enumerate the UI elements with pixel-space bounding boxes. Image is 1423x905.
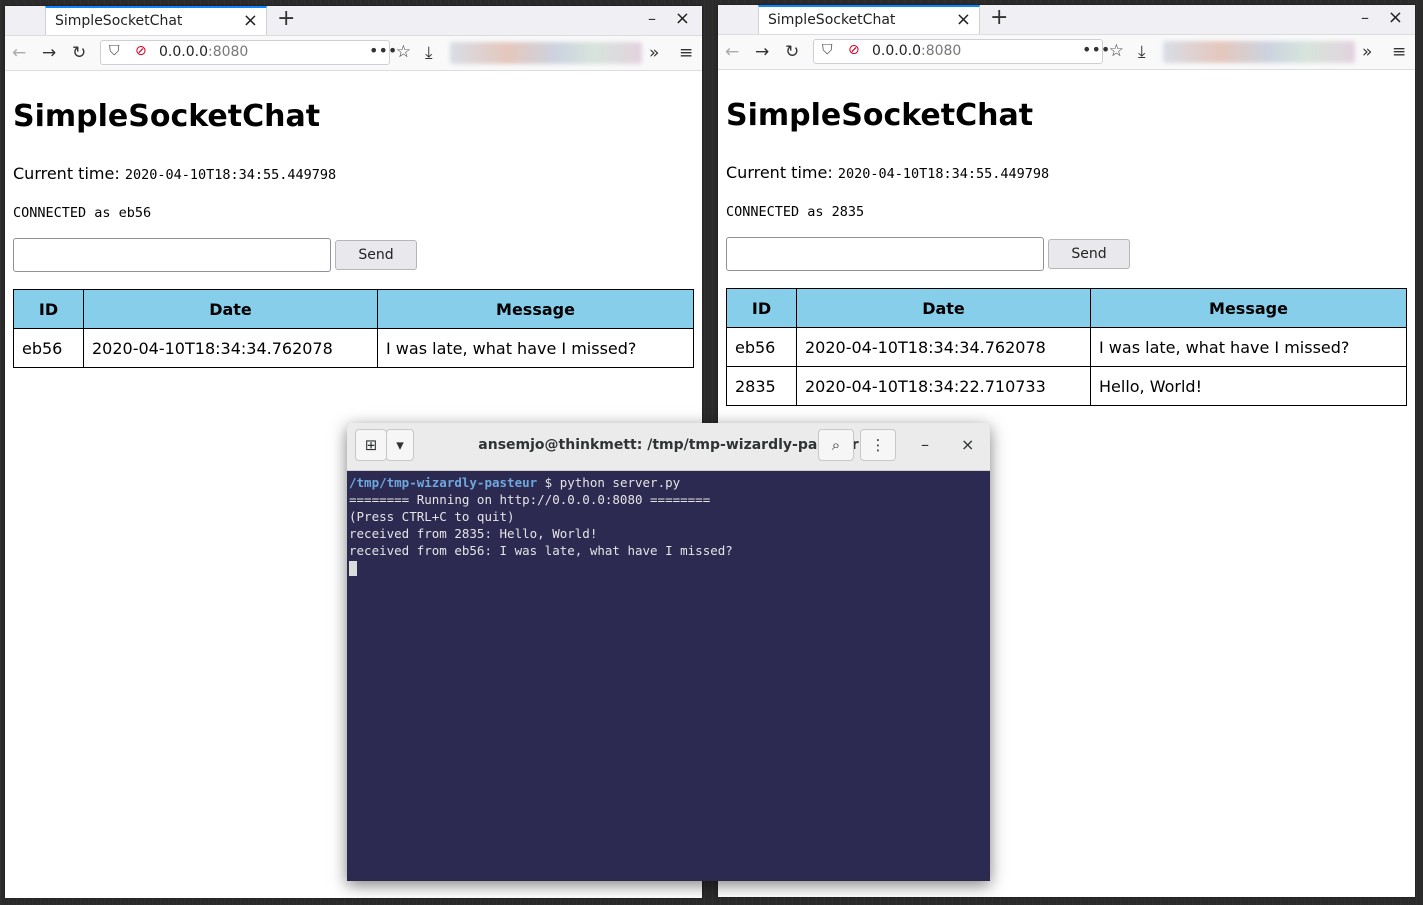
- hamburger-menu-icon[interactable]: ≡: [679, 43, 693, 63]
- url-bar[interactable]: ⛉ ⊘ 0.0.0.0:8080 ••• ☆: [100, 40, 411, 65]
- window-close-icon[interactable]: ×: [675, 8, 690, 29]
- tab-close-icon[interactable]: ×: [956, 9, 971, 30]
- window-close-icon[interactable]: ×: [1388, 7, 1403, 28]
- tab-simplesocketchat[interactable]: SimpleSocketChat ×: [45, 6, 267, 35]
- back-arrow-icon[interactable]: ←: [12, 43, 26, 63]
- column-header-date: Date: [83, 289, 378, 329]
- table-row: eb56 2020-04-10T18:34:34.762078 I was la…: [726, 327, 1407, 367]
- page-title: SimpleSocketChat: [726, 98, 1034, 133]
- output-line: (Press CTRL+C to quit): [349, 509, 515, 524]
- column-header-id: ID: [13, 289, 84, 329]
- output-line: received from eb56: I was late, what hav…: [349, 543, 733, 558]
- back-arrow-icon[interactable]: ←: [725, 42, 739, 62]
- tab-title: SimpleSocketChat: [768, 12, 896, 28]
- current-time: Current time: 2020-04-10T18:34:55.449798: [13, 164, 337, 183]
- cell-id: eb56: [13, 328, 84, 368]
- url-text[interactable]: 0.0.0.0:8080: [872, 43, 961, 59]
- column-header-message: Message: [377, 289, 694, 329]
- output-line: ======== Running on http://0.0.0.0:8080 …: [349, 492, 711, 507]
- connection-status: CONNECTED as 2835: [726, 204, 865, 220]
- insecure-lock-icon[interactable]: ⊘: [135, 43, 147, 59]
- nav-bar: ← → ↻ ⛉ ⊘ 0.0.0.0:8080 ••• ☆ ⤓ » ≡: [718, 35, 1415, 70]
- cell-id: eb56: [726, 327, 797, 367]
- minimize-icon[interactable]: –: [1361, 8, 1369, 27]
- insecure-lock-icon[interactable]: ⊘: [848, 42, 860, 58]
- column-header-id: ID: [726, 288, 797, 328]
- terminal-output[interactable]: /tmp/tmp-wizardly-pasteur $ python serve…: [347, 471, 990, 881]
- column-header-date: Date: [796, 288, 1091, 328]
- page-title: SimpleSocketChat: [13, 99, 321, 134]
- more-dots-icon[interactable]: •••: [369, 41, 397, 60]
- more-dots-icon[interactable]: •••: [1082, 40, 1110, 59]
- new-tab-icon[interactable]: +: [277, 6, 295, 31]
- prompt-symbol: $: [537, 475, 560, 490]
- forward-arrow-icon[interactable]: →: [755, 42, 769, 62]
- message-input[interactable]: [726, 237, 1044, 271]
- terminal-cursor: [349, 561, 357, 576]
- minimize-icon[interactable]: –: [648, 9, 656, 28]
- send-button[interactable]: Send: [335, 240, 417, 270]
- hamburger-menu-icon[interactable]: ≡: [1392, 42, 1406, 62]
- cell-date: 2020-04-10T18:34:22.710733: [796, 366, 1091, 406]
- cell-date: 2020-04-10T18:34:34.762078: [83, 328, 378, 368]
- download-icon[interactable]: ⤓: [1138, 42, 1146, 62]
- new-tab-icon[interactable]: +: [990, 5, 1008, 30]
- cell-id: 2835: [726, 366, 797, 406]
- shield-icon[interactable]: ⛉: [109, 43, 120, 59]
- nav-bar: ← → ↻ ⛉ ⊘ 0.0.0.0:8080 ••• ☆ ⤓ » ≡: [5, 36, 702, 71]
- minimize-icon[interactable]: –: [921, 435, 929, 454]
- tab-simplesocketchat[interactable]: SimpleSocketChat ×: [758, 5, 980, 34]
- tab-bar: SimpleSocketChat × + – ×: [5, 6, 702, 36]
- reload-icon[interactable]: ↻: [785, 42, 799, 62]
- cell-message: I was late, what have I missed?: [377, 328, 694, 368]
- window-close-icon[interactable]: ×: [961, 435, 974, 454]
- command-text: python server.py: [559, 475, 681, 490]
- forward-arrow-icon[interactable]: →: [42, 43, 56, 63]
- column-header-message: Message: [1090, 288, 1407, 328]
- table-row: eb56 2020-04-10T18:34:34.762078 I was la…: [13, 328, 694, 368]
- cursor-line: [349, 559, 988, 576]
- messages-table: ID Date Message eb56 2020-04-10T18:34:34…: [726, 288, 1407, 406]
- terminal-window: ⊞ ▾ ansemjo@thinkmett: /tmp/tmp-wizardly…: [347, 423, 990, 881]
- url-text[interactable]: 0.0.0.0:8080: [159, 44, 248, 60]
- cell-message: I was late, what have I missed?: [1090, 327, 1407, 367]
- star-icon[interactable]: ☆: [396, 42, 411, 62]
- tab-title: SimpleSocketChat: [55, 13, 183, 29]
- terminal-prompt-line: /tmp/tmp-wizardly-pasteur $ python serve…: [349, 474, 988, 491]
- send-button[interactable]: Send: [1048, 239, 1130, 269]
- prompt-path: /tmp/tmp-wizardly-pasteur: [349, 475, 538, 490]
- search-icon[interactable]: ⌕: [818, 429, 854, 461]
- blurred-toolbar-region: [1163, 41, 1355, 63]
- shield-icon[interactable]: ⛉: [822, 42, 833, 58]
- messages-table: ID Date Message eb56 2020-04-10T18:34:34…: [13, 289, 694, 368]
- current-time: Current time: 2020-04-10T18:34:55.449798: [726, 163, 1050, 182]
- output-line: received from 2835: Hello, World!: [349, 526, 598, 541]
- star-icon[interactable]: ☆: [1109, 41, 1124, 61]
- table-row: 2835 2020-04-10T18:34:22.710733 Hello, W…: [726, 366, 1407, 406]
- chevrons-icon[interactable]: »: [649, 43, 659, 63]
- message-input[interactable]: [13, 238, 331, 272]
- download-icon[interactable]: ⤓: [425, 43, 433, 63]
- reload-icon[interactable]: ↻: [72, 43, 86, 63]
- connection-status: CONNECTED as eb56: [13, 205, 152, 221]
- url-bar[interactable]: ⛉ ⊘ 0.0.0.0:8080 ••• ☆: [813, 39, 1124, 64]
- cell-message: Hello, World!: [1090, 366, 1407, 406]
- kebab-menu-icon[interactable]: ⋮: [860, 429, 896, 461]
- blurred-toolbar-region: [450, 42, 642, 64]
- tab-close-icon[interactable]: ×: [243, 10, 258, 31]
- tab-bar: SimpleSocketChat × + – ×: [718, 5, 1415, 35]
- chevrons-icon[interactable]: »: [1362, 42, 1372, 62]
- terminal-header-bar: ⊞ ▾ ansemjo@thinkmett: /tmp/tmp-wizardly…: [347, 423, 990, 471]
- cell-date: 2020-04-10T18:34:34.762078: [796, 327, 1091, 367]
